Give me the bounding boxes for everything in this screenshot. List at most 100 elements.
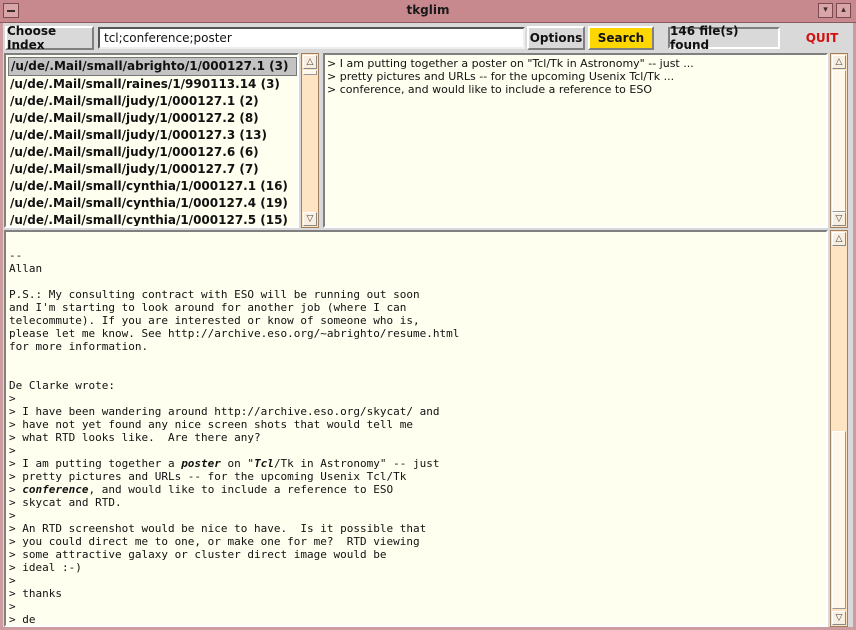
search-button[interactable]: Search [588, 26, 654, 50]
quit-button[interactable]: QUIT [793, 26, 851, 50]
message-line: > I have been wandering around http://ar… [9, 405, 826, 418]
message-line: > [9, 509, 826, 522]
file-list-item[interactable]: /u/de/.Mail/small/judy/1/000127.3 (13) [8, 127, 297, 144]
file-list-scrollbar[interactable]: △ ▽ [301, 53, 319, 228]
file-list-item[interactable]: /u/de/.Mail/small/cynthia/1/000127.4 (19… [8, 195, 297, 212]
preview-pane: > I am putting together a poster on "Tcl… [323, 53, 828, 228]
message-line: > de [9, 613, 826, 626]
message-line: please let me know. See http://archive.e… [9, 327, 826, 340]
message-line: -- [9, 249, 826, 262]
message-text: > have not yet found any nice screen sho… [9, 418, 413, 431]
preview-text: > I am putting together a poster on "Tcl… [325, 55, 826, 96]
message-line: Allan [9, 262, 826, 275]
message-text: , and would like to include a reference … [88, 483, 394, 496]
message-text: P.S.: My consulting contract with ESO wi… [9, 288, 420, 301]
message-line: for more information. [9, 340, 826, 353]
message-text: > [9, 574, 16, 587]
search-highlight: conference [22, 483, 89, 496]
message-line: > pretty pictures and URLs -- for the up… [9, 470, 826, 483]
message-text: > I have been wandering around http://ar… [9, 405, 440, 418]
message-body: -- Allan P.S.: My consulting contract with… [6, 232, 826, 626]
window-title: tkglim [406, 3, 450, 17]
files-found-label: 146 file(s) found [668, 24, 780, 52]
message-text: > [9, 600, 16, 613]
choose-index-button[interactable]: Choose Index [5, 24, 94, 52]
message-line [9, 275, 826, 288]
search-highlight: poster [181, 457, 221, 470]
message-line: > thanks [9, 587, 826, 600]
message-line: and I'm starting to look around for anot… [9, 301, 826, 314]
file-list-item[interactable]: /u/de/.Mail/small/abrighto/1/000127.1 (3… [8, 57, 297, 76]
message-text: > skycat and RTD. [9, 496, 122, 509]
message-text: and I'm starting to look around for anot… [9, 301, 407, 314]
message-pane: -- Allan P.S.: My consulting contract with… [4, 230, 828, 627]
message-text: > ideal :-) [9, 561, 82, 574]
scroll-thumb[interactable] [832, 70, 846, 212]
message-line: > what RTD looks like. Are there any? [9, 431, 826, 444]
message-line: > [9, 574, 826, 587]
message-line: > An RTD screenshot would be nice to hav… [9, 522, 826, 535]
message-text: for more information. [9, 340, 149, 353]
message-scrollbar[interactable]: △ ▽ [830, 230, 848, 627]
file-list: /u/de/.Mail/small/abrighto/1/000127.1 (3… [6, 55, 297, 226]
search-input[interactable] [98, 27, 525, 49]
message-line: > conference, and would like to include … [9, 483, 826, 496]
search-highlight: Tcl [254, 457, 274, 470]
scroll-up-icon[interactable]: △ [832, 55, 846, 69]
message-line: > you could direct me to one, or make on… [9, 535, 826, 548]
message-text: > [9, 392, 16, 405]
preview-line: > I am putting together a poster on "Tcl… [327, 57, 694, 70]
message-text: De Clarke wrote: [9, 379, 115, 392]
message-line: > skycat and RTD. [9, 496, 826, 509]
message-line: > [9, 600, 826, 613]
message-text: > [9, 444, 16, 457]
options-button[interactable]: Options [527, 26, 585, 50]
file-list-item[interactable]: /u/de/.Mail/small/judy/1/000127.1 (2) [8, 93, 297, 110]
minimize-icon[interactable]: ▾ [818, 3, 833, 18]
message-text: > pretty pictures and URLs -- for the up… [9, 470, 407, 483]
message-text: Allan [9, 262, 43, 275]
scroll-down-icon[interactable]: ▽ [832, 212, 846, 226]
message-line: De Clarke wrote: [9, 379, 826, 392]
toolbar: Choose Index Options Search 146 file(s) … [3, 23, 853, 53]
title-bar[interactable]: tkglim ▾ ▴ [0, 0, 856, 23]
preview-scrollbar[interactable]: △ ▽ [830, 53, 848, 228]
message-line: > some attractive galaxy or cluster dire… [9, 548, 826, 561]
scroll-down-icon[interactable]: ▽ [832, 611, 846, 625]
message-line [9, 236, 826, 249]
message-text: > what RTD looks like. Are there any? [9, 431, 261, 444]
message-line: > [9, 444, 826, 457]
message-text: > thanks [9, 587, 62, 600]
message-line: > ideal :-) [9, 561, 826, 574]
file-list-item[interactable]: /u/de/.Mail/small/cynthia/1/000127.1 (16… [8, 178, 297, 195]
scroll-down-icon[interactable]: ▽ [303, 212, 317, 226]
scroll-up-icon[interactable]: △ [303, 55, 317, 69]
file-list-item[interactable]: /u/de/.Mail/small/cynthia/1/000127.5 (15… [8, 212, 297, 226]
file-list-pane: /u/de/.Mail/small/abrighto/1/000127.1 (3… [4, 53, 299, 228]
message-line: > have not yet found any nice screen sho… [9, 418, 826, 431]
message-line: > I am putting together a poster on "Tcl… [9, 457, 826, 470]
message-text: telecommute). If you are interested or k… [9, 314, 420, 327]
message-text: > some attractive galaxy or cluster dire… [9, 548, 387, 561]
scroll-thumb[interactable] [832, 431, 846, 609]
message-text: /Tk in Astronomy" -- just [273, 457, 440, 470]
maximize-icon[interactable]: ▴ [836, 3, 851, 18]
file-list-item[interactable]: /u/de/.Mail/small/judy/1/000127.2 (8) [8, 110, 297, 127]
client-area: Choose Index Options Search 146 file(s) … [3, 23, 853, 627]
scroll-thumb[interactable] [303, 70, 317, 75]
message-line: telecommute). If you are interested or k… [9, 314, 826, 327]
message-text: > de [9, 613, 36, 626]
scroll-up-icon[interactable]: △ [832, 232, 846, 246]
message-line: P.S.: My consulting contract with ESO wi… [9, 288, 826, 301]
message-text: > you could direct me to one, or make on… [9, 535, 420, 548]
message-line: > [9, 392, 826, 405]
message-text: please let me know. See http://archive.e… [9, 327, 460, 340]
app-window: tkglim ▾ ▴ Choose Index Options Search 1… [0, 0, 856, 630]
file-list-item[interactable]: /u/de/.Mail/small/raines/1/990113.14 (3) [8, 76, 297, 93]
file-list-item[interactable]: /u/de/.Mail/small/judy/1/000127.7 (7) [8, 161, 297, 178]
preview-line: > pretty pictures and URLs -- for the up… [327, 70, 675, 83]
message-text: > [9, 509, 16, 522]
file-list-item[interactable]: /u/de/.Mail/small/judy/1/000127.6 (6) [8, 144, 297, 161]
message-line [9, 353, 826, 366]
message-line [9, 366, 826, 379]
